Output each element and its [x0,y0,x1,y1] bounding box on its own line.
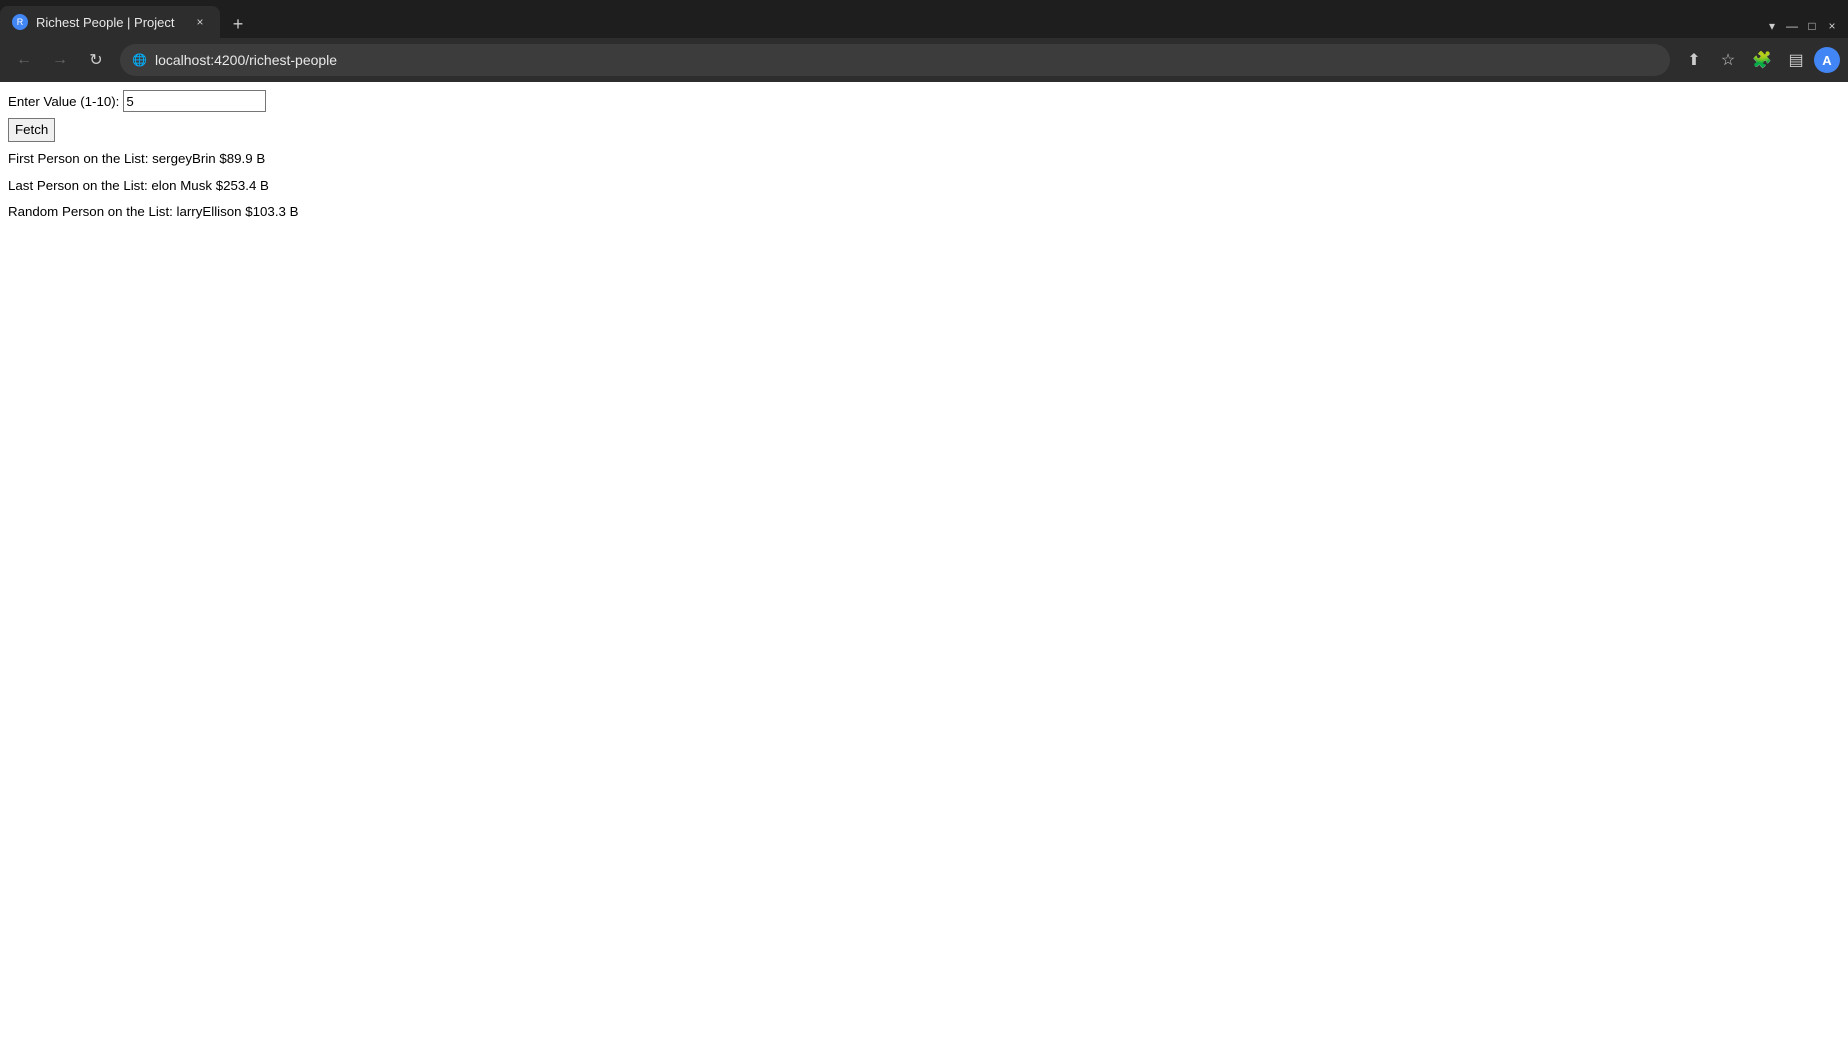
tab-title: Richest People | Project [36,15,184,30]
input-label: Enter Value (1-10): [8,94,119,109]
browser-chrome: R Richest People | Project × + ▾ — □ × ←… [0,0,1848,82]
random-person-result: Random Person on the List: larryEllison … [8,203,1840,222]
forward-button[interactable]: → [44,44,76,76]
new-tab-button[interactable]: + [224,10,252,38]
url-text: localhost:4200/richest-people [155,52,1658,68]
input-row: Enter Value (1-10): [8,90,1840,112]
bookmark-button[interactable]: ☆ [1712,44,1744,76]
active-tab[interactable]: R Richest People | Project × [0,6,220,38]
reload-button[interactable]: ↻ [80,44,112,76]
tab-dropdown-button[interactable]: ▾ [1764,18,1780,34]
extensions-button[interactable]: 🧩 [1746,44,1778,76]
first-person-result: First Person on the List: sergeyBrin $89… [8,150,1840,169]
back-button[interactable]: ← [8,44,40,76]
share-button[interactable]: ⬆ [1678,44,1710,76]
window-close-button[interactable]: × [1824,18,1840,34]
nav-bar: ← → ↻ 🌐 localhost:4200/richest-people ⬆ … [0,38,1848,82]
minimize-button[interactable]: — [1784,18,1800,34]
tab-controls-right: ▾ — □ × [1764,18,1848,38]
tab-favicon: R [12,14,28,30]
profile-avatar[interactable]: A [1814,47,1840,73]
fetch-button[interactable]: Fetch [8,118,55,142]
sidebar-button[interactable]: ▤ [1780,44,1812,76]
nav-right-icons: ⬆ ☆ 🧩 ▤ A [1678,44,1840,76]
tab-bar: R Richest People | Project × + ▾ — □ × [0,0,1848,38]
value-input[interactable] [123,90,266,112]
page-content: Enter Value (1-10): Fetch First Person o… [0,82,1848,238]
lock-icon: 🌐 [132,53,147,67]
tab-close-button[interactable]: × [192,14,208,30]
maximize-button[interactable]: □ [1804,18,1820,34]
last-person-result: Last Person on the List: elon Musk $253.… [8,177,1840,196]
address-bar[interactable]: 🌐 localhost:4200/richest-people [120,44,1670,76]
